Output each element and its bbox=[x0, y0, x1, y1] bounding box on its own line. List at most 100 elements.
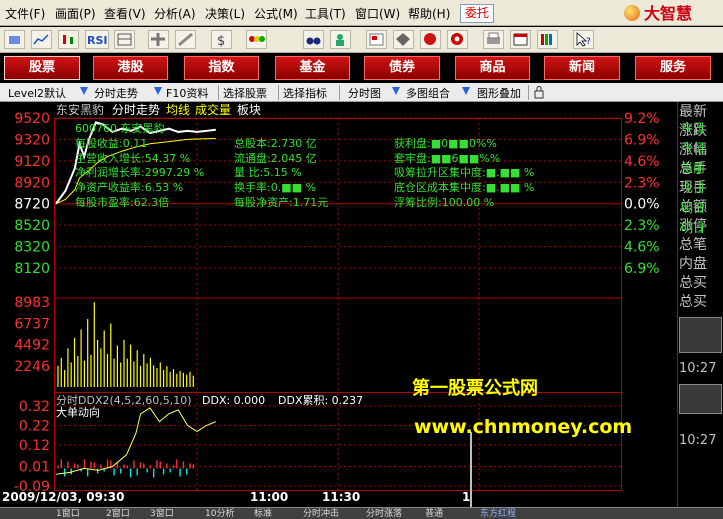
revenue-growth: 主营收入增长:54.37 % bbox=[75, 151, 190, 165]
nav-commodity[interactable]: 商品 bbox=[455, 56, 530, 80]
ddx-subtitle: 大单动向 bbox=[56, 405, 100, 419]
quote-label-inner: 内盘 bbox=[679, 256, 707, 272]
nav-news[interactable]: 新闻 bbox=[544, 56, 620, 80]
price-tick-label: 9120 bbox=[14, 154, 50, 170]
multi-view-dropdown-icon[interactable] bbox=[462, 87, 470, 95]
status-tab-3[interactable]: 3窗口 bbox=[150, 508, 174, 519]
divider bbox=[218, 85, 219, 100]
pct-tick-label: 0.0% bbox=[624, 197, 660, 213]
line-chart-icon[interactable] bbox=[31, 30, 52, 49]
menu-tools[interactable]: 工具(T) bbox=[305, 5, 346, 22]
status-tab-1[interactable]: 1窗口 bbox=[56, 508, 80, 519]
f10-button[interactable]: F10资料 bbox=[166, 85, 208, 101]
select-stock-button[interactable]: 选择股票 bbox=[223, 85, 267, 101]
volume-tick-label: 8983 bbox=[14, 295, 50, 311]
nav-fund[interactable]: 基金 bbox=[275, 56, 350, 80]
window-icon[interactable] bbox=[510, 30, 531, 49]
level2-default[interactable]: Level2默认 bbox=[8, 85, 66, 101]
ddx-tick-label: 0.32 bbox=[19, 399, 50, 415]
menu-analysis[interactable]: 分析(A) bbox=[154, 5, 196, 22]
volume-ratio: 量 比:5.15 % bbox=[234, 166, 302, 179]
start-time-label: 2009/12/03, 09:30 bbox=[2, 490, 125, 504]
ddx-axis: 0.320.220.120.01-0.09 bbox=[14, 399, 622, 495]
fenshitu-dropdown-icon[interactable] bbox=[392, 87, 400, 95]
turnover-rate: 换手率:0.■■ % bbox=[234, 180, 316, 194]
menu-view[interactable]: 查看(V) bbox=[104, 5, 146, 22]
nav-index[interactable]: 指数 bbox=[184, 56, 259, 80]
ruler-icon[interactable] bbox=[175, 30, 196, 49]
side-panel-bar[interactable] bbox=[679, 384, 722, 414]
time-1130-label: 11:30 bbox=[322, 490, 361, 504]
status-tab-7[interactable]: 分时涨落 bbox=[366, 508, 402, 519]
status-tab-2[interactable]: 2窗口 bbox=[106, 508, 130, 519]
nav-hk[interactable]: 港股 bbox=[93, 56, 168, 80]
quote-label-latest: 最新 bbox=[679, 104, 707, 120]
kline-icon[interactable] bbox=[58, 30, 79, 49]
nav-bond[interactable]: 债券 bbox=[364, 56, 440, 80]
rsi-icon[interactable]: RSI bbox=[85, 30, 109, 49]
status-tab-5[interactable]: 标准 bbox=[254, 508, 272, 519]
printer-icon[interactable] bbox=[483, 30, 504, 49]
select-indicator-button[interactable]: 选择指标 bbox=[283, 85, 327, 101]
dollar-icon[interactable]: $ bbox=[211, 30, 232, 49]
ddx-cum-value: DDX累积: 0.237 bbox=[278, 394, 363, 407]
divider bbox=[278, 85, 279, 100]
fenshitu-button[interactable]: 分时图 bbox=[348, 85, 381, 101]
binoculars-icon[interactable] bbox=[303, 30, 324, 49]
status-tab-8[interactable]: 普通 bbox=[425, 508, 443, 519]
watermark-title: 第一股票公式网 bbox=[412, 377, 538, 399]
entrust-button[interactable]: 委托 bbox=[460, 4, 494, 23]
overlay-tomorrow-2: 明日 bbox=[681, 221, 706, 235]
price-axis-left: 9520 9320 9120 8920 8720 8520 8320 8120 bbox=[14, 111, 50, 277]
multi-view-button[interactable]: 多图组合 bbox=[406, 85, 450, 101]
status-tab-9[interactable]: 东方红程 bbox=[480, 508, 516, 519]
side-panel-scroll[interactable] bbox=[679, 317, 722, 353]
news-icon[interactable] bbox=[366, 30, 387, 49]
level2-dropdown-icon[interactable] bbox=[80, 87, 88, 95]
chart-canvas[interactable]: 东安黑豹 分时走势 均线 成交量 板块 9520 9320 9120 8920 8720… bbox=[0, 102, 677, 507]
books-icon[interactable] bbox=[537, 30, 558, 49]
menu-file[interactable]: 文件(F) bbox=[5, 5, 45, 22]
divider bbox=[528, 85, 529, 100]
intraday-chart[interactable]: 东安黑豹 分时走势 均线 成交量 板块 9520 9320 9120 8920 8720… bbox=[0, 102, 677, 507]
status-tab-4[interactable]: 10分析 bbox=[205, 508, 234, 519]
quote-label-bid: 总买 bbox=[679, 275, 707, 291]
price-tick-label: 8920 bbox=[14, 175, 50, 191]
time-1-label: 1 bbox=[462, 490, 471, 504]
home-icon[interactable] bbox=[4, 30, 25, 49]
status-tab-6[interactable]: 分时冲击 bbox=[303, 508, 339, 519]
overlay-button[interactable]: 图形叠加 bbox=[477, 85, 521, 101]
red-circle-icon[interactable] bbox=[420, 30, 441, 49]
volume-bars bbox=[57, 302, 194, 387]
traffic-icon[interactable] bbox=[246, 30, 267, 49]
menu-help[interactable]: 帮助(H) bbox=[408, 5, 450, 22]
menu-formula[interactable]: 公式(M) bbox=[254, 5, 298, 22]
menu-view-page[interactable]: 画面(P) bbox=[55, 5, 96, 22]
help-cursor-icon[interactable]: ? bbox=[573, 30, 594, 49]
red-badge-icon[interactable] bbox=[447, 30, 468, 49]
lock-icon[interactable] bbox=[533, 85, 545, 103]
profit-plate: 获利盘:■0■■0%% bbox=[394, 136, 497, 150]
pct-tick-label: 2.3% bbox=[624, 175, 660, 191]
volume-axis: 8983 6737 4492 2246 bbox=[14, 295, 50, 375]
pct-tick-label: 6.9% bbox=[624, 132, 660, 148]
float-ratio: 浮筹比例:100.00 % bbox=[394, 195, 494, 209]
diamond-icon[interactable] bbox=[393, 30, 414, 49]
grid-icon[interactable] bbox=[114, 30, 135, 49]
net-asset-per-share: 每股净资产:1.71元 bbox=[234, 195, 328, 209]
crosshair-icon[interactable] bbox=[148, 30, 169, 49]
people-icon[interactable] bbox=[330, 30, 351, 49]
ddx-value: DDX: 0.000 bbox=[202, 394, 265, 407]
fenshi-dropdown-icon[interactable] bbox=[154, 87, 162, 95]
menu-window[interactable]: 窗口(W) bbox=[355, 5, 400, 22]
nav-service[interactable]: 服务 bbox=[635, 56, 711, 80]
nav-stock[interactable]: 股票 bbox=[4, 56, 80, 80]
volume-tick-label: 6737 bbox=[14, 316, 50, 332]
volume-tick-label: 2246 bbox=[14, 359, 50, 375]
ddx-tick-label: 0.12 bbox=[19, 438, 50, 454]
fenshi-button[interactable]: 分时走势 bbox=[94, 85, 138, 101]
price-tick-label: 8120 bbox=[14, 261, 50, 277]
price-tick-label: 9320 bbox=[14, 132, 50, 148]
menu-decision[interactable]: 决策(L) bbox=[205, 5, 245, 22]
price-tick-label: 8520 bbox=[14, 218, 50, 234]
